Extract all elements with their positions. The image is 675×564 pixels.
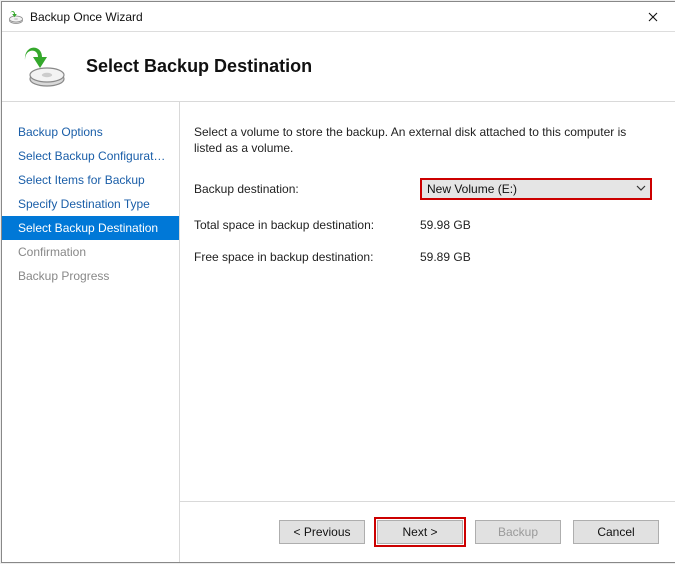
close-button[interactable] [630, 2, 675, 32]
sidebar-item-backup-progress: Backup Progress [2, 264, 179, 288]
backup-wizard-window: Backup Once Wizard Select Backup Destina… [1, 1, 675, 563]
backup-destination-label: Backup destination: [194, 182, 420, 196]
titlebar: Backup Once Wizard [2, 2, 675, 32]
free-space-label: Free space in backup destination: [194, 250, 420, 264]
window-title: Backup Once Wizard [30, 10, 143, 24]
next-button[interactable]: Next > [377, 520, 463, 544]
app-icon [8, 9, 24, 25]
previous-button[interactable]: < Previous [279, 520, 365, 544]
sidebar-item-select-items-for-backup[interactable]: Select Items for Backup [2, 168, 179, 192]
wizard-content: Select a volume to store the backup. An … [180, 102, 675, 501]
sidebar-item-select-backup-configuration[interactable]: Select Backup Configurat… [2, 144, 179, 168]
wizard-footer: < Previous Next > Backup Cancel [180, 501, 675, 562]
sidebar-item-backup-options[interactable]: Backup Options [2, 120, 179, 144]
wizard-header-icon [20, 43, 68, 91]
sidebar-item-specify-destination-type[interactable]: Specify Destination Type [2, 192, 179, 216]
backup-destination-select-wrap: New Volume (E:) [420, 178, 652, 200]
backup-button: Backup [475, 520, 561, 544]
wizard-header: Select Backup Destination [2, 32, 675, 102]
sidebar-item-select-backup-destination[interactable]: Select Backup Destination [2, 216, 179, 240]
instruction-text: Select a volume to store the backup. An … [194, 124, 657, 156]
total-space-label: Total space in backup destination: [194, 218, 420, 232]
free-space-value: 59.89 GB [420, 250, 471, 264]
total-space-value: 59.98 GB [420, 218, 471, 232]
backup-destination-select[interactable]: New Volume (E:) [420, 178, 652, 200]
wizard-steps-sidebar: Backup Options Select Backup Configurat…… [2, 102, 180, 562]
page-title: Select Backup Destination [86, 56, 312, 77]
sidebar-item-confirmation: Confirmation [2, 240, 179, 264]
cancel-button[interactable]: Cancel [573, 520, 659, 544]
